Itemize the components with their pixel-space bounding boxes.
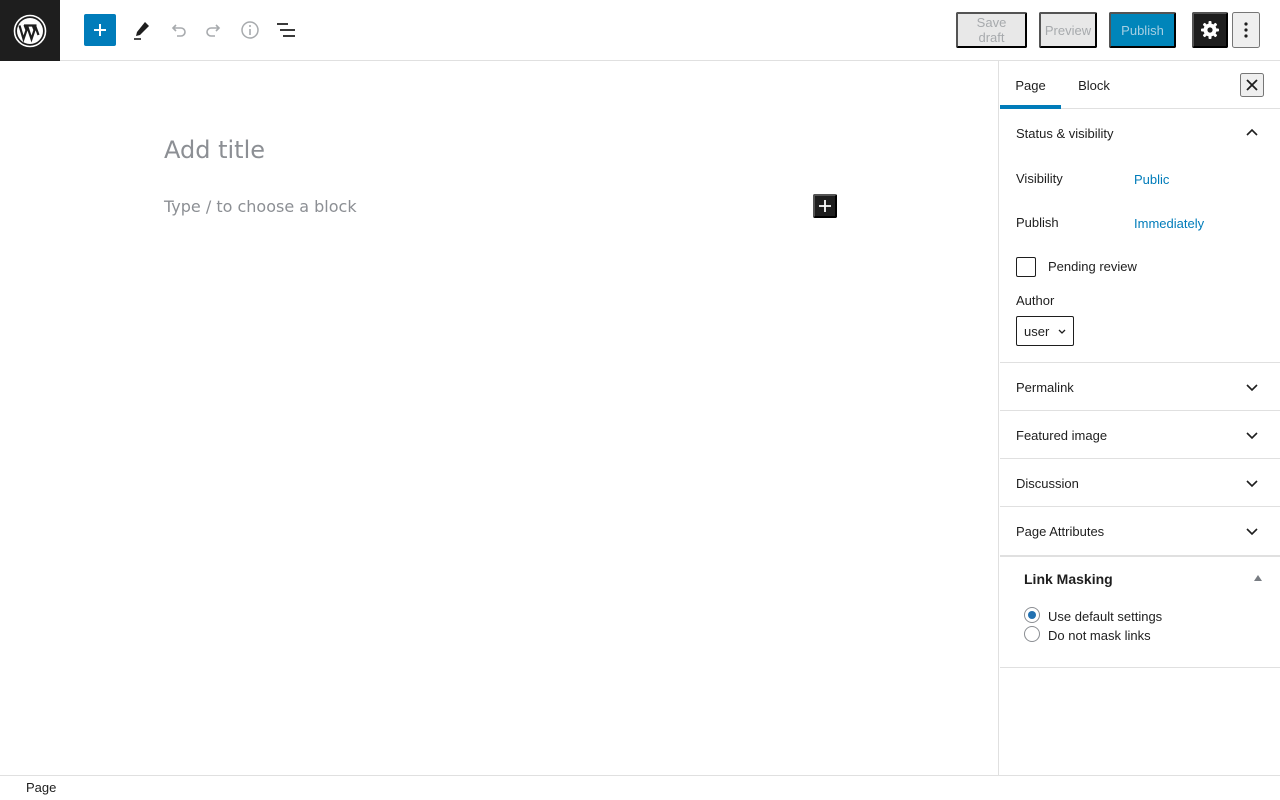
close-icon: [1246, 79, 1258, 91]
redo-icon: [206, 24, 221, 37]
visibility-label: Visibility: [1016, 171, 1063, 186]
tab-page[interactable]: Page: [1000, 61, 1061, 109]
panel-title: Permalink: [1016, 379, 1074, 395]
more-vertical-icon: [1244, 22, 1248, 38]
use-default-settings-radio[interactable]: [1024, 607, 1040, 623]
use-default-settings-label: Use default settings: [1048, 609, 1163, 624]
chevron-up-icon: [1246, 128, 1258, 136]
triangle-up-icon[interactable]: [1254, 575, 1262, 581]
chevron-down-icon: [1058, 329, 1066, 334]
info-icon: [241, 21, 259, 39]
chevron-down-icon: [1246, 384, 1258, 392]
pending-review-checkbox[interactable]: [1016, 257, 1036, 277]
status-visibility-panel-toggle[interactable]: Status & visibility: [1000, 109, 1280, 157]
editor-header: Save draft Preview Publish: [0, 0, 1280, 61]
close-sidebar-button[interactable]: [1240, 73, 1264, 97]
author-value: user: [1024, 323, 1050, 339]
chevron-down-icon: [1246, 528, 1258, 536]
inline-add-block-button[interactable]: [813, 194, 837, 218]
block-breadcrumb-footer: Page: [0, 775, 1280, 800]
do-not-mask-links-radio[interactable]: [1024, 626, 1040, 642]
plus-icon: [94, 24, 106, 36]
publish-label: Publish: [1016, 215, 1059, 230]
details-button[interactable]: [232, 12, 268, 48]
editor-canvas: Add title Type / to choose a block: [0, 61, 999, 775]
preview-button[interactable]: Preview: [1039, 12, 1097, 48]
author-select[interactable]: user: [1016, 316, 1074, 346]
do-not-mask-links-label: Do not mask links: [1048, 628, 1151, 643]
sidebar-tabs: Page Block: [1000, 61, 1280, 109]
panel-title: Featured image: [1016, 427, 1108, 443]
gear-icon: [1201, 21, 1219, 39]
tools-button[interactable]: [124, 12, 160, 48]
save-draft-button[interactable]: Save draft: [956, 12, 1027, 48]
settings-button[interactable]: [1192, 12, 1228, 48]
plus-icon: [819, 200, 831, 212]
chevron-down-icon: [1246, 480, 1258, 488]
featured-image-panel-toggle[interactable]: Featured image: [1000, 411, 1280, 459]
block-placeholder-input[interactable]: Type / to choose a block: [164, 197, 357, 216]
undo-icon: [171, 24, 186, 37]
panel-title: Discussion: [1016, 475, 1079, 491]
author-label: Author: [1016, 293, 1055, 308]
publish-button[interactable]: Publish: [1109, 12, 1176, 48]
undo-button[interactable]: [160, 12, 196, 48]
list-view-icon: [277, 23, 295, 37]
pending-review-label: Pending review: [1048, 259, 1137, 274]
panel-title: Page Attributes: [1016, 523, 1105, 539]
link-masking-title: Link Masking: [1024, 571, 1113, 587]
visibility-toggle[interactable]: Public: [1134, 172, 1169, 187]
wordpress-logo-icon[interactable]: [0, 0, 60, 61]
discussion-panel-toggle[interactable]: Discussion: [1000, 459, 1280, 507]
chevron-down-icon: [1246, 432, 1258, 440]
pencil-icon: [134, 22, 149, 40]
post-title-input[interactable]: Add title: [164, 136, 265, 164]
breadcrumb[interactable]: Page: [26, 780, 56, 795]
redo-button[interactable]: [196, 12, 232, 48]
publish-date-toggle[interactable]: Immediately: [1134, 216, 1204, 231]
link-masking-metabox: Link Masking Use default settings Do not…: [1000, 555, 1280, 668]
page-attributes-panel-toggle[interactable]: Page Attributes: [1000, 507, 1280, 555]
more-options-button[interactable]: [1232, 12, 1260, 48]
tab-block[interactable]: Block: [1064, 61, 1124, 109]
list-view-button[interactable]: [268, 12, 304, 48]
panel-title: Status & visibility: [1016, 125, 1114, 141]
permalink-panel-toggle[interactable]: Permalink: [1000, 363, 1280, 411]
settings-sidebar: Page Block Status & visibility Visibilit…: [1000, 61, 1280, 775]
add-block-button[interactable]: [84, 14, 116, 46]
